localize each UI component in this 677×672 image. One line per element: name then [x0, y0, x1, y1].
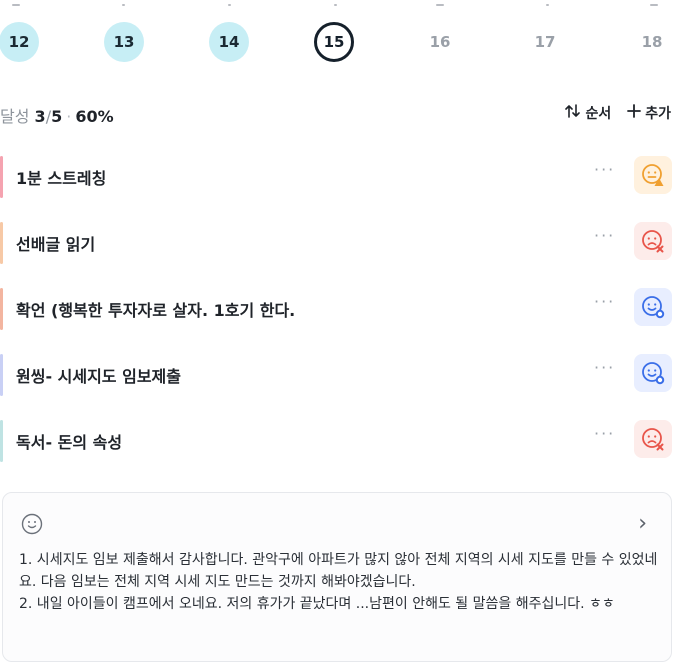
memo-line-2: 2. 내일 아이들이 캠프에서 오네요. 저의 휴가가 끝났다며 ...남편이 …	[19, 596, 615, 612]
more-menu-icon[interactable]: ···	[594, 424, 615, 443]
day-15-today[interactable]: 15	[314, 22, 354, 62]
memo-line-1: 1. 시세지도 임보 제출해서 감사합니다. 관악구에 아파트가 많지 않아 전…	[19, 552, 658, 590]
habit-title: 독서- 돈의 속성	[16, 433, 123, 452]
habit-title: 확언 (행복한 투자자로 살자. 1호기 한다.	[16, 301, 296, 320]
habit-color-bar	[0, 288, 3, 330]
habit-color-bar	[0, 420, 3, 462]
habit-row[interactable]: 독서- 돈의 속성 ···	[0, 410, 677, 476]
habit-title: 원씽- 시세지도 임보제출	[16, 367, 181, 386]
sort-order-button[interactable]: 순서	[565, 103, 611, 123]
week-strip-top-marks	[0, 0, 677, 8]
achievement-summary: 달성 3/5 · 60% 순서 추가	[0, 103, 677, 127]
more-menu-icon[interactable]: ···	[594, 226, 615, 245]
day-13[interactable]: 13	[104, 22, 144, 62]
habit-title: 선배글 읽기	[16, 235, 96, 254]
smile-icon[interactable]	[21, 513, 43, 539]
habit-color-bar	[0, 156, 3, 198]
add-habit-label: 추가	[645, 106, 671, 122]
habit-row[interactable]: 원씽- 시세지도 임보제출 ···	[0, 344, 677, 410]
more-menu-icon[interactable]: ···	[594, 358, 615, 377]
day-18[interactable]: 18	[632, 22, 672, 62]
memo-fade	[3, 643, 671, 661]
more-menu-icon[interactable]: ···	[594, 160, 615, 179]
add-habit-button[interactable]: 추가	[627, 103, 671, 123]
fail-face-icon[interactable]	[634, 420, 672, 458]
sort-order-label: 순서	[585, 106, 612, 122]
day-17[interactable]: 17	[525, 22, 565, 62]
achievement-label: 달성	[0, 107, 30, 126]
week-date-strip: 12 13 14 15 16 17 18	[0, 22, 677, 62]
day-16[interactable]: 16	[420, 22, 460, 62]
habit-row[interactable]: 확언 (행복한 투자자로 살자. 1호기 한다. ···	[0, 278, 677, 344]
done-face-icon[interactable]	[634, 288, 672, 326]
habit-color-bar	[0, 354, 3, 396]
more-menu-icon[interactable]: ···	[594, 292, 615, 311]
plus-icon	[627, 104, 642, 122]
done-face-icon[interactable]	[634, 354, 672, 392]
memo-text: 1. 시세지도 임보 제출해서 감사합니다. 관악구에 아파트가 많지 않아 전…	[19, 549, 659, 615]
day-14[interactable]: 14	[209, 22, 249, 62]
habit-row[interactable]: 1분 스트레칭 ···	[0, 146, 677, 212]
day-12[interactable]: 12	[0, 22, 39, 62]
habit-title: 1분 스트레칭	[16, 169, 107, 188]
daily-memo-card[interactable]: › 1. 시세지도 임보 제출해서 감사합니다. 관악구에 아파트가 많지 않아…	[2, 492, 672, 662]
achievement-count: 3/5	[34, 107, 63, 126]
warning-face-icon[interactable]	[634, 156, 672, 194]
separator-dot: ·	[66, 107, 72, 126]
habit-row[interactable]: 선배글 읽기 ···	[0, 212, 677, 278]
habit-color-bar	[0, 222, 3, 264]
fail-face-icon[interactable]	[634, 222, 672, 260]
achievement-stats: 달성 3/5 · 60%	[0, 103, 114, 127]
habit-list: 1분 스트레칭 ··· 선배글 읽기 ··· 확언 (행복한 투자자로 살자. …	[0, 146, 677, 476]
achievement-percent: 60%	[75, 107, 114, 126]
chevron-right-icon[interactable]: ›	[638, 511, 647, 536]
sort-arrows-icon	[565, 104, 581, 122]
